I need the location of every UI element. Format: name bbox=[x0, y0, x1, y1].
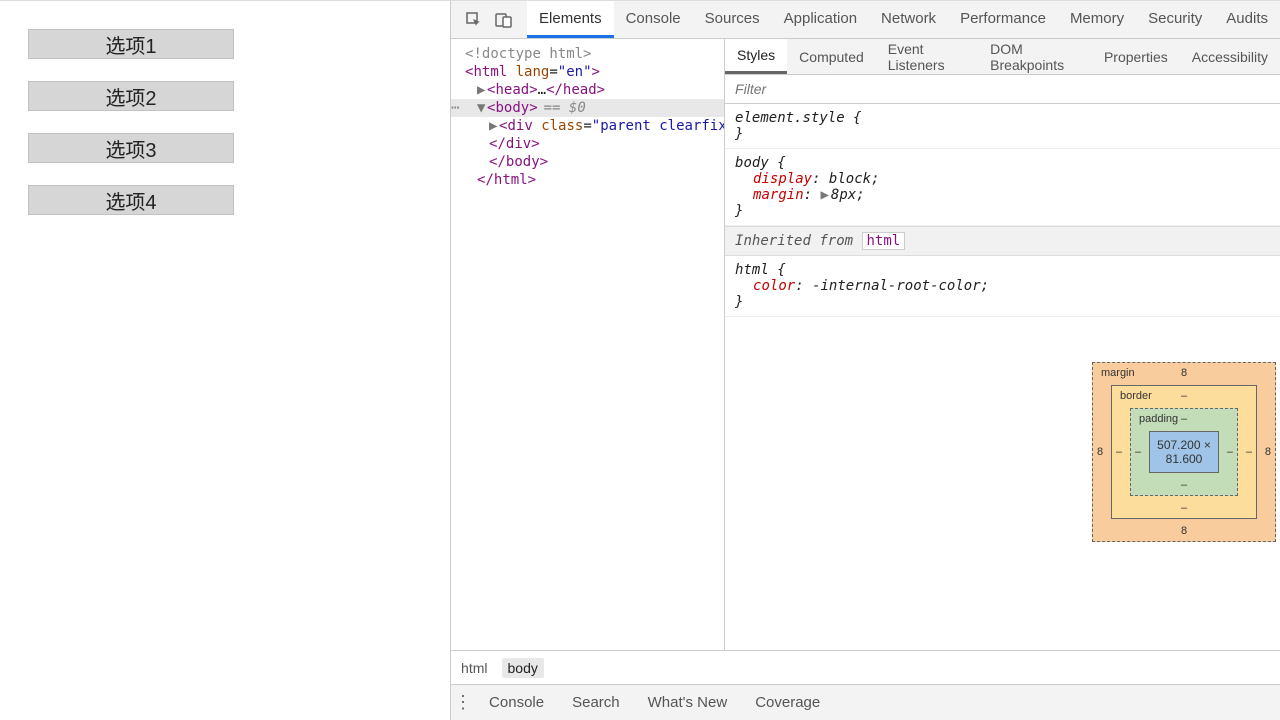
page-viewport: 选项1 选项2 选项3 选项4 bbox=[0, 0, 450, 720]
option-button-2[interactable]: 选项2 bbox=[28, 81, 234, 111]
tab-sources[interactable]: Sources bbox=[693, 1, 772, 38]
tab-security[interactable]: Security bbox=[1136, 1, 1214, 38]
tab-network[interactable]: Network bbox=[869, 1, 948, 38]
inspect-icon[interactable] bbox=[465, 11, 483, 29]
devtools-panel: Elements Console Sources Application Net… bbox=[450, 0, 1280, 720]
drawer-tab-console[interactable]: Console bbox=[475, 694, 558, 711]
device-toggle-icon[interactable] bbox=[495, 11, 513, 29]
subtab-computed[interactable]: Computed bbox=[787, 39, 876, 74]
box-model-content-size: 507.200 × 81.600 bbox=[1149, 431, 1219, 473]
box-model-diagram[interactable]: margin 8 8 8 8 border – – – – bbox=[1092, 362, 1276, 542]
rule-body[interactable]: body { display: block; margin: ▶8px; } bbox=[725, 149, 1280, 226]
subtab-styles[interactable]: Styles bbox=[725, 39, 787, 74]
styles-filter-input[interactable] bbox=[735, 81, 1270, 97]
dom-selected-body[interactable]: ▼<body>== $0 bbox=[451, 99, 724, 117]
devtools-main-tabs: Elements Console Sources Application Net… bbox=[527, 1, 1280, 38]
dom-breadcrumbs[interactable]: html body bbox=[451, 650, 725, 684]
rule-element-style[interactable]: element.style { } bbox=[725, 104, 1280, 149]
drawer-tab-whats-new[interactable]: What's New bbox=[634, 694, 742, 711]
subtab-properties[interactable]: Properties bbox=[1092, 39, 1180, 74]
dom-doctype[interactable]: <!doctype html> bbox=[465, 46, 591, 62]
tab-console[interactable]: Console bbox=[614, 1, 693, 38]
option-button-1[interactable]: 选项1 bbox=[28, 29, 234, 59]
tab-memory[interactable]: Memory bbox=[1058, 1, 1136, 38]
subtab-dom-breakpoints[interactable]: DOM Breakpoints bbox=[978, 39, 1092, 74]
rule-html[interactable]: html { color: -internal-root-color; } bbox=[725, 256, 1280, 317]
tab-performance[interactable]: Performance bbox=[948, 1, 1058, 38]
crumb-html[interactable]: html bbox=[461, 660, 487, 676]
inherited-from-bar: Inherited from html bbox=[725, 226, 1280, 256]
crumb-body[interactable]: body bbox=[502, 658, 544, 678]
subtab-accessibility[interactable]: Accessibility bbox=[1180, 39, 1280, 74]
option-button-4[interactable]: 选项4 bbox=[28, 185, 234, 215]
drawer-tab-coverage[interactable]: Coverage bbox=[741, 694, 834, 711]
drawer-tab-search[interactable]: Search bbox=[558, 694, 634, 711]
tab-elements[interactable]: Elements bbox=[527, 1, 614, 38]
dom-tree[interactable]: <!doctype html> <html lang="en"> ▶<head>… bbox=[451, 39, 725, 650]
devtools-topbar: Elements Console Sources Application Net… bbox=[451, 1, 1280, 39]
subtab-event-listeners[interactable]: Event Listeners bbox=[876, 39, 978, 74]
devtools-drawer: ⋮ Console Search What's New Coverage bbox=[451, 684, 1280, 720]
styles-panel: Styles Computed Event Listeners DOM Brea… bbox=[725, 39, 1280, 650]
option-button-3[interactable]: 选项3 bbox=[28, 133, 234, 163]
drawer-menu-icon[interactable]: ⋮ bbox=[451, 692, 475, 713]
tab-application[interactable]: Application bbox=[772, 1, 869, 38]
tab-audits[interactable]: Audits bbox=[1214, 1, 1280, 38]
